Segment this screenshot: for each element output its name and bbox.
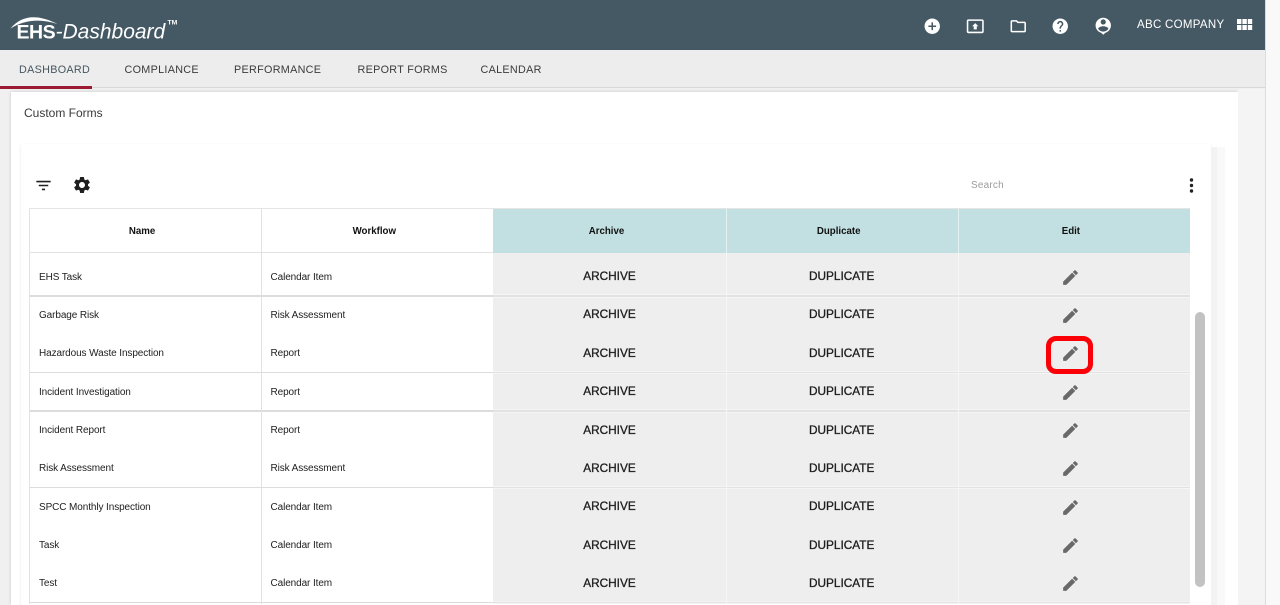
svg-text:-Dashboard: -Dashboard	[56, 21, 167, 44]
svg-text:TM: TM	[168, 20, 178, 27]
svg-text:EHS: EHS	[17, 22, 56, 44]
